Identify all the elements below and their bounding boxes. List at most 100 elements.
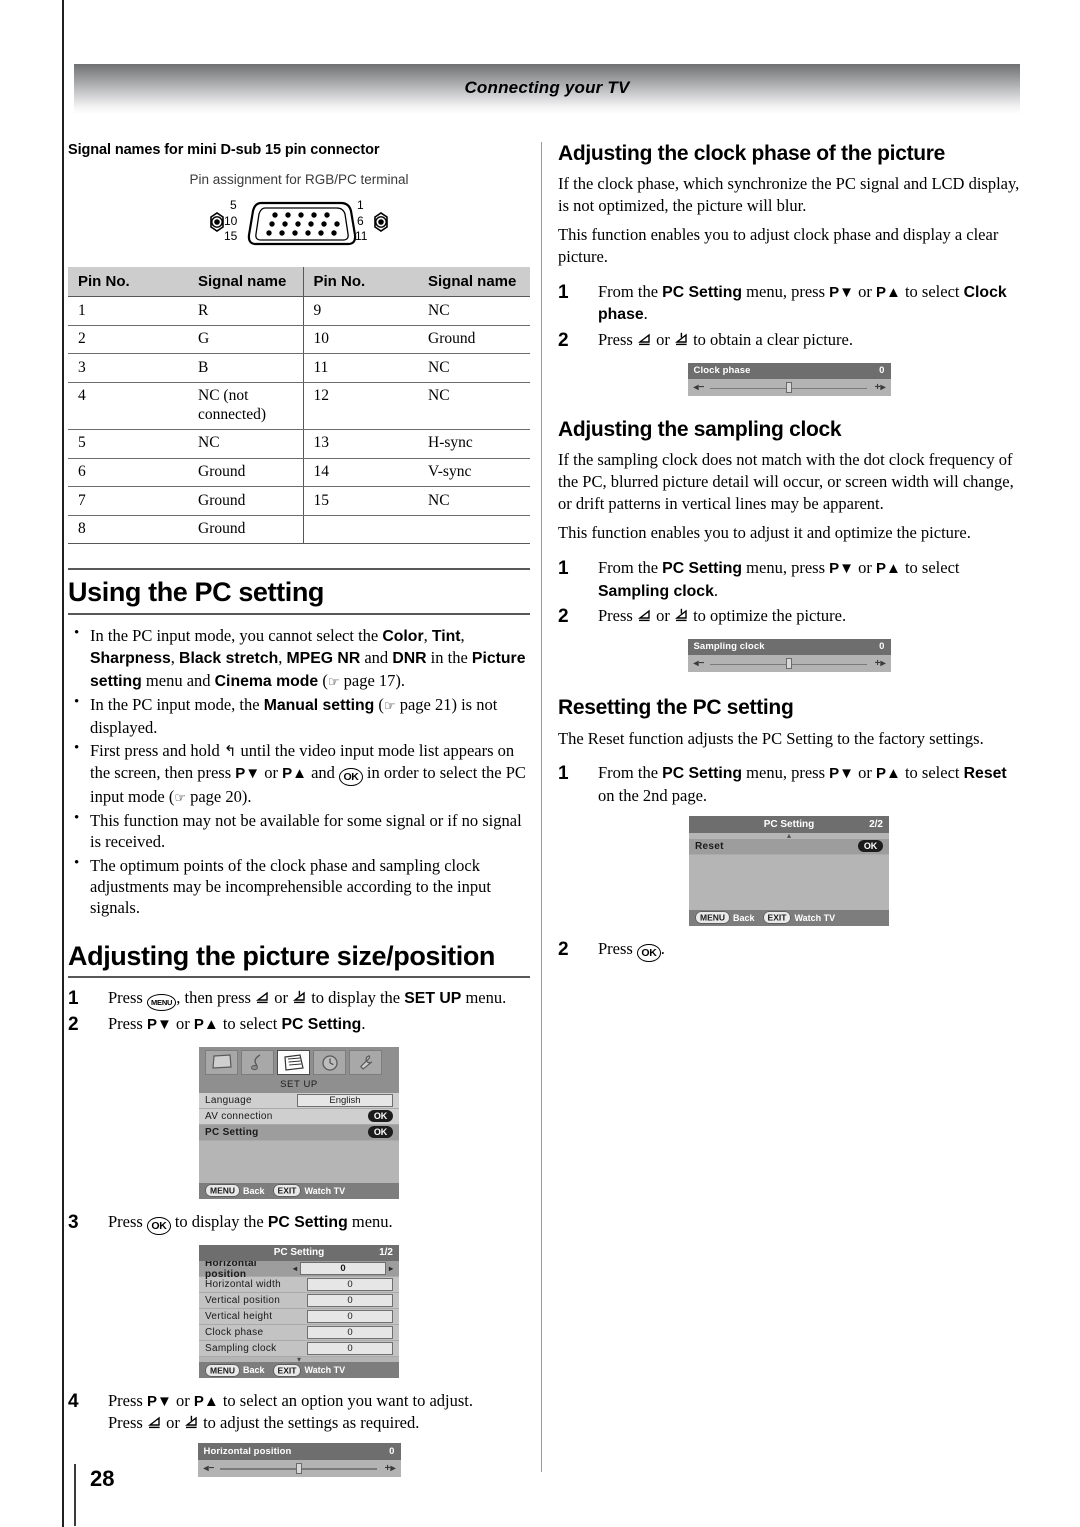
menu-row-vertical-position[interactable]: Vertical position 0 [199, 1293, 399, 1310]
volume-up-icon [674, 608, 689, 623]
slider-decrease-icon[interactable]: ◂− [694, 658, 705, 669]
menu-row-reset[interactable]: Reset OK [689, 838, 889, 855]
input-source-icon: ↰ [223, 743, 237, 761]
menu-row-pc-setting[interactable]: PC Setting OK [199, 1124, 399, 1141]
step-number: 1 [558, 763, 569, 785]
step-text: From the PC Setting menu, press P▼ or P▲… [598, 763, 1007, 806]
page-left-edge-rule [62, 0, 64, 1527]
menu-row-value: 0 [307, 1310, 393, 1324]
channel-down-icon: P▼ [235, 764, 261, 782]
ok-button-icon: OK [146, 1217, 171, 1235]
cell-signal: NC [418, 486, 530, 516]
setup-icon [277, 1049, 310, 1075]
menu-empty-area [689, 854, 889, 910]
pc-setting-menu-title: PC Setting [273, 1247, 325, 1259]
menu-row-vertical-height[interactable]: Vertical height 0 [199, 1309, 399, 1326]
slider-label: Clock phase [693, 365, 751, 377]
col-header-pin-no-1: Pin No. [68, 267, 188, 297]
menu-row-av-connection[interactable]: AV connection OK [199, 1108, 399, 1125]
cell-signal: Ground [188, 458, 303, 488]
menu-exit-hint: EXIT Watch TV [272, 1363, 346, 1377]
menu-key-icon: MENU [205, 1363, 241, 1377]
slider-thumb[interactable] [296, 1462, 302, 1474]
step-text: From the PC Setting menu, press P▼ or P▲… [598, 281, 1007, 324]
cell-pin: 9 [302, 296, 418, 326]
sampling-clock-step-1: 1 From the PC Setting menu, press P▼ or … [558, 557, 1020, 602]
clock-phase-step-2: 2 Press or to obtain a clear picture. [558, 329, 1020, 353]
pointing-hand-icon: ☞ [174, 790, 186, 806]
menu-exit-hint: EXIT Watch TV [762, 911, 835, 925]
left-arrow-icon[interactable]: ◂ [293, 1264, 297, 1273]
menu-row-clock-phase[interactable]: Clock phase 0 [199, 1325, 399, 1342]
volume-up-icon [674, 332, 689, 347]
slider-track[interactable]: ◂− +▸ [687, 655, 891, 673]
table-header-row: Pin No. Signal name Pin No. Signal name [68, 267, 530, 297]
cell-pin: 1 [68, 296, 188, 326]
cell-pin: 14 [302, 458, 418, 488]
menu-row-horizontal-position[interactable]: Horizontal position ◂ 0 ▸ [199, 1258, 399, 1280]
step-number: 1 [558, 558, 569, 580]
page-number: 28 [90, 1466, 115, 1491]
ok-button-icon: OK [857, 840, 883, 853]
resetting-paragraph-1: The Reset function adjusts the PC Settin… [558, 728, 984, 748]
setup-menu-title: SET UP [199, 1077, 399, 1093]
table-row: 1 R 9 NC [68, 296, 530, 326]
step-text: Press P▼ or P▲ to select PC Setting. [108, 1014, 366, 1034]
clock-phase-slider: Clock phase 0 ◂− +▸ [687, 362, 891, 397]
cell-signal: H-sync [418, 429, 530, 459]
setup-menu-icon-row [199, 1046, 399, 1078]
cell-pin: 2 [68, 325, 188, 355]
using-pc-setting-heading: Using the PC setting [68, 568, 530, 615]
slider-decrease-icon[interactable]: ◂− [694, 382, 705, 393]
menu-row-horizontal-width[interactable]: Horizontal width 0 [199, 1277, 399, 1294]
cell-signal: NC [188, 429, 303, 459]
menu-row-label: Language [205, 1094, 252, 1106]
cell-pin: 5 [68, 429, 188, 459]
tools-icon [349, 1049, 382, 1075]
menu-row-label: PC Setting [205, 1126, 259, 1138]
list-item: This function may not be available for s… [68, 809, 530, 853]
table-row: 2 G 10 Ground [68, 325, 530, 355]
slider-increase-icon[interactable]: +▸ [875, 658, 886, 669]
menu-exit-hint: EXIT Watch TV [272, 1184, 345, 1198]
menu-row-label: AV connection [205, 1110, 273, 1122]
menu-row-label: Vertical position [205, 1295, 281, 1307]
slider-increase-icon[interactable]: +▸ [875, 382, 886, 393]
sampling-clock-paragraph-1: If the sampling clock does not match wit… [558, 450, 1014, 514]
ok-button-icon: OK [367, 1126, 393, 1139]
menu-footer: MENU Back EXIT Watch TV [199, 1182, 399, 1199]
slider-track[interactable]: ◂− +▸ [197, 1459, 401, 1477]
slider-track[interactable]: ◂− +▸ [687, 379, 891, 397]
sampling-clock-step-2: 2 Press or to optimize the picture. [558, 605, 1020, 629]
resetting-step-1: 1 From the PC Setting menu, press P▼ or … [558, 762, 1020, 806]
step-2: 2 Press P▼ or P▲ to select PC Setting. [68, 1013, 530, 1037]
step-number: 4 [68, 1391, 79, 1413]
slider-increase-icon[interactable]: +▸ [385, 1463, 396, 1474]
menu-back-hint: MENU Back [205, 1363, 265, 1377]
menu-row-language[interactable]: Language English [199, 1092, 399, 1109]
cell-pin: 3 [68, 353, 188, 383]
picture-size-position-heading: Adjusting the picture size/position [68, 941, 530, 979]
channel-down-icon: P▼ [829, 560, 854, 578]
slider-thumb[interactable] [786, 658, 792, 670]
reset-menu-page: 2/2 [869, 818, 883, 830]
right-arrow-icon[interactable]: ▸ [389, 1264, 393, 1273]
clock-phase-paragraph-2: This function enables you to adjust cloc… [558, 225, 999, 266]
cell-signal [418, 515, 530, 545]
slider-thumb[interactable] [786, 382, 792, 394]
table-row: 6 Ground 14 V-sync [68, 458, 530, 488]
step-1: 1 Press MENU, then press or to display t… [68, 987, 530, 1012]
ok-button-icon: OK [367, 1110, 393, 1123]
reset-menu-screenshot: PC Setting 2/2 ▴ Reset OK MENU Back EXIT W… [689, 816, 889, 926]
list-item: The optimum points of the clock phase an… [68, 853, 530, 919]
horizontal-position-slider: Horizontal position 0 ◂− +▸ [197, 1443, 401, 1477]
channel-down-icon: P▼ [829, 765, 854, 783]
cell-signal: NC (not connected) [188, 382, 303, 430]
clock-phase-paragraph-1: If the clock phase, which synchronize th… [558, 174, 1020, 216]
slider-decrease-icon[interactable]: ◂− [204, 1463, 215, 1474]
menu-row-value: 0 [307, 1342, 393, 1356]
list-item: First press and hold ↰ until the video i… [68, 739, 530, 807]
clock-phase-heading: Adjusting the clock phase of the picture [558, 142, 946, 165]
channel-up-icon: P▲ [193, 1016, 219, 1034]
menu-exit-label: Watch TV [304, 1365, 346, 1376]
